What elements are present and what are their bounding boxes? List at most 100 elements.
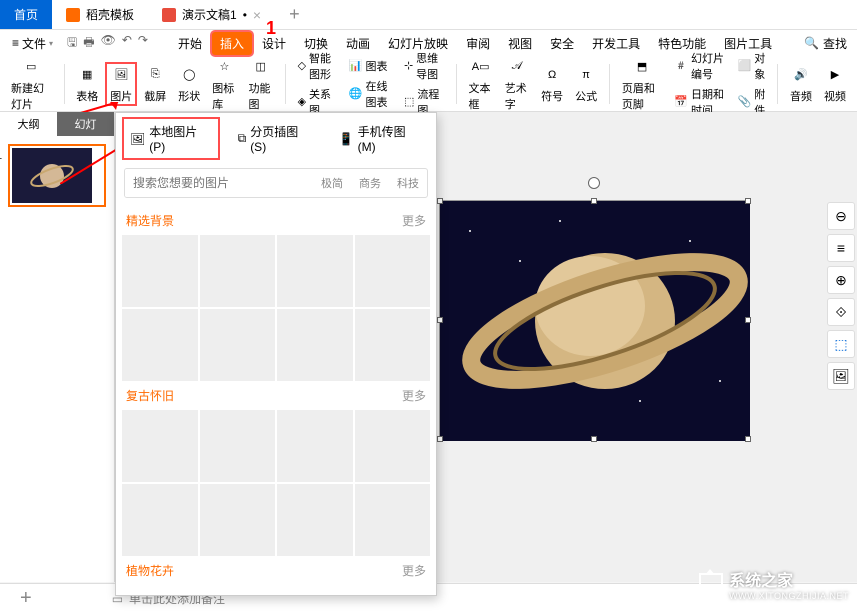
tab-design[interactable]: 设计 [254, 32, 294, 55]
new-slide-button[interactable]: ▭新建幻灯片 [8, 56, 55, 112]
search-menu[interactable]: 🔍查找 [804, 35, 857, 52]
funcchart-button[interactable]: ◫功能图 [246, 56, 276, 112]
tag-tech[interactable]: 科技 [389, 169, 427, 197]
bg-thumb[interactable] [277, 235, 353, 307]
tab-devtools[interactable]: 开发工具 [584, 32, 648, 55]
close-tab-icon[interactable]: × [253, 7, 261, 23]
tab-view[interactable]: 视图 [500, 32, 540, 55]
formula-button[interactable]: π公式 [572, 64, 600, 104]
resize-handle-sw[interactable] [437, 436, 443, 442]
slides-tab[interactable]: 幻灯 [57, 112, 114, 136]
bg-thumb[interactable] [200, 309, 276, 381]
tab-document[interactable]: 演示文稿1•× [148, 0, 275, 29]
resize-handle-nw[interactable] [437, 198, 443, 204]
adjust-icon[interactable]: ⬚ [827, 330, 855, 358]
resize-handle-s[interactable] [591, 436, 597, 442]
iconlib-button[interactable]: ☆图标库 [209, 56, 239, 112]
mobile-upload-option[interactable]: 📱 手机传图(M) [333, 119, 428, 158]
wordart-button[interactable]: 𝒜艺术字 [502, 56, 532, 112]
picture-button[interactable]: 🖼图片 [107, 64, 135, 104]
undo-icon[interactable]: ↶ [122, 33, 132, 54]
bg-thumb[interactable] [277, 309, 353, 381]
bg-thumb[interactable] [200, 410, 276, 482]
crop-icon[interactable]: ⟐ [827, 298, 855, 326]
video-label: 视频 [824, 88, 846, 104]
bg-thumb[interactable] [277, 585, 353, 595]
slide-thumbnail-1[interactable]: 1 [8, 144, 106, 207]
local-picture-option[interactable]: 🖼 本地图片(P) [124, 119, 218, 158]
tab-template[interactable]: 稻壳模板 [52, 0, 148, 29]
new-tab-button[interactable]: + [275, 0, 314, 29]
mindmap-button[interactable]: ⊹ 思维导图 [401, 49, 447, 83]
bg-thumb[interactable] [200, 235, 276, 307]
resize-handle-e[interactable] [745, 317, 751, 323]
bg-thumb[interactable] [122, 484, 198, 556]
object-button[interactable]: ⬜ 对象 [735, 49, 769, 83]
bg-thumb[interactable] [200, 484, 276, 556]
more-featured[interactable]: 更多 [402, 212, 426, 229]
tag-business[interactable]: 商务 [351, 169, 389, 197]
bg-thumb[interactable] [277, 410, 353, 482]
bg-thumb[interactable] [355, 585, 431, 595]
resize-handle-ne[interactable] [745, 198, 751, 204]
print-icon[interactable]: 🖶 [83, 33, 94, 54]
bg-thumb[interactable] [355, 410, 431, 482]
bg-thumb[interactable] [355, 484, 431, 556]
tab-start[interactable]: 开始 [170, 32, 210, 55]
replace-icon[interactable]: 🖼 [827, 362, 855, 390]
redo-icon[interactable]: ↷ [138, 33, 148, 54]
selected-image[interactable] [439, 200, 749, 440]
add-slide-button[interactable]: + [20, 587, 32, 610]
bg-thumb[interactable] [355, 235, 431, 307]
insert-section: #️ 幻灯片编号 📅 日期和时间 [671, 49, 728, 119]
slidenum-button[interactable]: #️ 幻灯片编号 [671, 49, 728, 83]
rotate-handle[interactable] [588, 177, 600, 189]
smartart-button[interactable]: ◇ 智能图形 [295, 49, 340, 83]
zoom-in-icon[interactable]: ⊕ [827, 266, 855, 294]
preview-icon[interactable]: 👁 [101, 33, 116, 54]
tab-bar: 首页 稻壳模板 演示文稿1•× + [0, 0, 857, 30]
onlinechart-button[interactable]: 🌐 在线图表 [346, 77, 395, 111]
bg-thumb[interactable] [122, 309, 198, 381]
bg-thumb[interactable] [355, 309, 431, 381]
resize-handle-w[interactable] [437, 317, 443, 323]
tab-animation[interactable]: 动画 [338, 32, 378, 55]
featured-grid [116, 235, 436, 381]
paged-insert-option[interactable]: ⧉ 分页插图(S) [232, 119, 319, 158]
tab-insert[interactable]: 插入 [212, 32, 252, 55]
symbol-button[interactable]: Ω符号 [538, 64, 566, 104]
zoom-out-icon[interactable]: ⊖ [827, 202, 855, 230]
resize-handle-se[interactable] [745, 436, 751, 442]
search-input[interactable] [125, 169, 313, 197]
thumbnail-image [12, 148, 92, 203]
chart-button[interactable]: 📊 图表 [346, 57, 395, 75]
more-vintage[interactable]: 更多 [402, 387, 426, 404]
bg-thumb[interactable] [122, 235, 198, 307]
tab-home[interactable]: 首页 [0, 0, 52, 29]
tab-review[interactable]: 审阅 [458, 32, 498, 55]
screenshot-button[interactable]: ⎘截屏 [141, 64, 169, 104]
audio-button[interactable]: 🔊音频 [787, 64, 815, 104]
file-menu[interactable]: ≡ 文件 ▾ [8, 35, 57, 52]
table-button[interactable]: ▦表格 [73, 64, 101, 104]
shape-button[interactable]: ◯形状 [175, 64, 203, 104]
outline-tab[interactable]: 大纲 [0, 112, 57, 136]
tab-security[interactable]: 安全 [542, 32, 582, 55]
charts-section-3: ⊹ 思维导图 ⬚ 流程图 [401, 49, 447, 119]
section-vintage: 复古怀旧更多 [116, 381, 436, 410]
screenshot-label: 截屏 [144, 88, 166, 104]
iconlib-icon: ☆ [213, 56, 235, 78]
layers-icon[interactable]: ≡ [827, 234, 855, 262]
tag-minimal[interactable]: 极简 [313, 169, 351, 197]
resize-handle-n[interactable] [591, 198, 597, 204]
bg-thumb[interactable] [200, 585, 276, 595]
video-button[interactable]: ▶视频 [821, 64, 849, 104]
bg-thumb[interactable] [122, 410, 198, 482]
save-icon[interactable]: 🖫 [67, 33, 77, 54]
textbox-button[interactable]: A▭文本框 [466, 56, 496, 112]
search-label: 查找 [823, 35, 847, 52]
bg-thumb[interactable] [122, 585, 198, 595]
headerfooter-button[interactable]: ⬒页眉和页脚 [619, 56, 666, 112]
bg-thumb[interactable] [277, 484, 353, 556]
more-plant[interactable]: 更多 [402, 562, 426, 579]
